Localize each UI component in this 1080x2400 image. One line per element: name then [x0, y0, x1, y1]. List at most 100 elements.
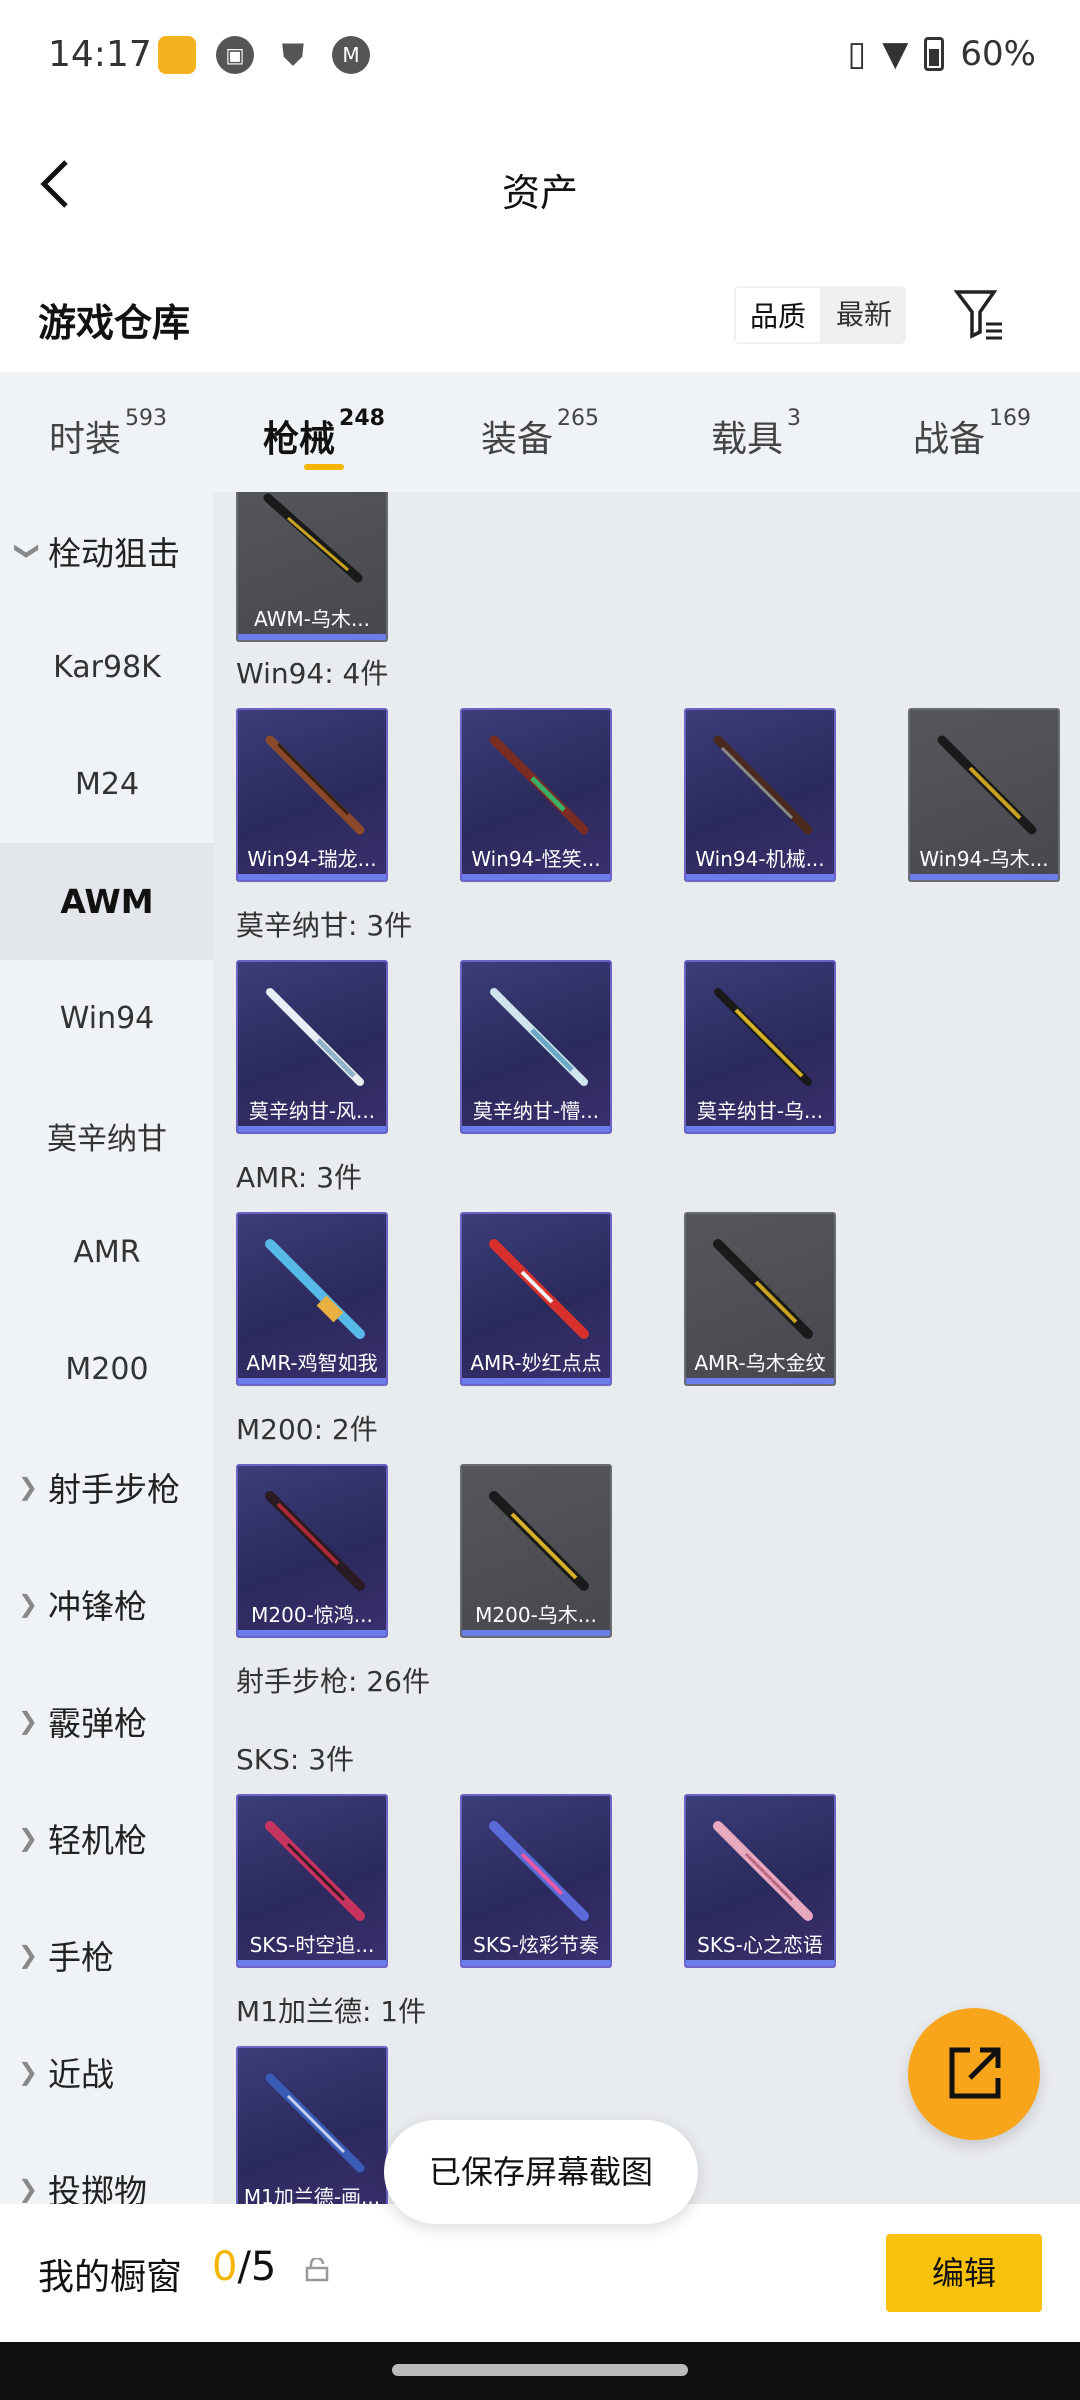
tab-vehicles[interactable]: 载具3: [648, 372, 864, 492]
tab-count: 265: [557, 406, 599, 431]
edit-button[interactable]: 编辑: [886, 2234, 1042, 2312]
sidebar-group-shotgun[interactable]: ❯ 霰弹枪: [0, 1662, 214, 1779]
motorola-icon: M: [332, 36, 370, 74]
tab-guns[interactable]: 枪械248: [216, 372, 432, 492]
sidebar-item-kar98k[interactable]: Kar98K: [0, 609, 214, 726]
weapon-card[interactable]: Win94-怪笑...: [460, 708, 612, 882]
weapon-card[interactable]: SKS-炫彩节奏: [460, 1794, 612, 1968]
weapon-card[interactable]: SKS-心之恋语: [684, 1794, 836, 1968]
filter-icon[interactable]: [954, 286, 1004, 342]
tab-label: 时装: [48, 419, 121, 460]
rarity-bar: [238, 1630, 386, 1636]
sidebar-group-lmg[interactable]: ❯ 轻机枪: [0, 1779, 214, 1896]
weapon-card[interactable]: M1加兰德-画...: [236, 2046, 388, 2204]
section-label: M200: 2件: [236, 1413, 378, 1446]
weapon-name: Win94-乌木...: [919, 847, 1049, 871]
weapon-name: AMR-鸡智如我: [246, 1351, 378, 1375]
rifle-icon: [263, 493, 363, 583]
sidebar-item-awm[interactable]: AWM: [0, 843, 214, 960]
sidebar-group-pistol[interactable]: ❯ 手枪: [0, 1896, 214, 2013]
share-button[interactable]: [908, 2008, 1040, 2140]
sort-toggle: 品质 最新: [734, 286, 907, 344]
tab-count: 248: [339, 406, 385, 431]
weapon-name: 莫辛纳甘-风...: [248, 1099, 376, 1123]
status-bar: 14:17 ▣ ⛊ M ▯ ▼ 60%: [0, 0, 1080, 112]
sidebar-item-m24[interactable]: M24: [0, 726, 214, 843]
weapon-card[interactable]: AMR-妙红点点: [460, 1212, 612, 1386]
weapon-card[interactable]: 莫辛纳甘-风...: [236, 960, 388, 1134]
weapon-name: Win94-怪笑...: [471, 847, 601, 871]
weapon-card[interactable]: 莫辛纳甘-乌...: [684, 960, 836, 1134]
chevron-right-icon: ❯: [18, 1472, 39, 1501]
rifle-icon: [489, 1821, 589, 1921]
weapon-card[interactable]: M200-惊鸿...: [236, 1464, 388, 1638]
rarity-bar: [462, 1126, 610, 1132]
weapon-card[interactable]: Win94-机械...: [684, 708, 836, 882]
chevron-right-icon: ❯: [18, 1589, 39, 1618]
rifle-icon: [713, 735, 813, 835]
sidebar-item-label: AWM: [60, 882, 154, 921]
sidebar-item-label: 栓动狙击: [48, 533, 180, 573]
tab-count: 3: [787, 406, 801, 431]
chevron-right-icon: ❯: [18, 2174, 39, 2203]
tab-label: 载具: [710, 419, 783, 460]
tab-fashion[interactable]: 时装593: [0, 372, 216, 492]
weapon-name: Win94-瑞龙...: [247, 847, 377, 871]
sidebar-item-label: 手枪: [48, 1937, 114, 1977]
showcase-count-current: 0: [212, 2244, 238, 2290]
sidebar-group-marksman[interactable]: ❯ 射手步枪: [0, 1428, 214, 1545]
sidebar-group-bolt-action[interactable]: ❯ 栓动狙击: [0, 492, 214, 609]
category-tabs: 时装593 枪械248 装备265 载具3 战备169: [0, 372, 1080, 492]
weapon-card[interactable]: AWM-乌木...: [236, 492, 388, 642]
chevron-right-icon: ❯: [18, 1823, 39, 1852]
sidebar-item-label: 射手步枪: [48, 1469, 180, 1509]
sidebar-item-label: Kar98K: [53, 650, 161, 685]
status-time: 14:17: [48, 34, 152, 75]
rifle-icon: [265, 1491, 365, 1591]
sidebar-group-smg[interactable]: ❯ 冲锋枪: [0, 1545, 214, 1662]
rarity-bar: [686, 874, 834, 880]
section-label: SKS: 3件: [236, 1743, 355, 1776]
tab-equipment[interactable]: 装备265: [432, 372, 648, 492]
home-gesture-handle[interactable]: [392, 2364, 688, 2376]
warehouse-row: 游戏仓库 品质 最新: [0, 262, 1080, 372]
sidebar-item-win94[interactable]: Win94: [0, 960, 214, 1077]
rifle-icon: [489, 735, 589, 835]
section-label: M1加兰德: 1件: [236, 1995, 427, 2028]
weapon-card[interactable]: AMR-乌木金纹: [684, 1212, 836, 1386]
weapon-card[interactable]: AMR-鸡智如我: [236, 1212, 388, 1386]
weapon-name: 莫辛纳甘-乌...: [696, 1099, 824, 1123]
sort-latest-button[interactable]: 最新: [822, 286, 906, 344]
weapon-name: M200-惊鸿...: [251, 1603, 373, 1627]
showcase-bar: 我的橱窗 0/5 编辑: [0, 2204, 1080, 2342]
rifle-icon: [265, 2073, 365, 2173]
rarity-bar: [238, 1126, 386, 1132]
rifle-icon: [490, 988, 588, 1086]
sidebar-item-label: 近战: [48, 2054, 114, 2094]
rifle-icon: [265, 1239, 365, 1339]
sidebar-group-melee[interactable]: ❯ 近战: [0, 2013, 214, 2130]
section-label: 莫辛纳甘: 3件: [236, 909, 413, 942]
tab-supplies[interactable]: 战备169: [864, 372, 1080, 492]
weapon-type-sidebar: ❯ 栓动狙击 Kar98K M24 AWM Win94 莫辛纳甘 AMR M200…: [0, 492, 214, 2204]
sidebar-item-m200[interactable]: M200: [0, 1311, 214, 1428]
weapon-card[interactable]: M200-乌木...: [460, 1464, 612, 1638]
section-label: Win94: 4件: [236, 657, 389, 690]
rifle-icon: [489, 1491, 589, 1591]
chevron-down-icon: ❯: [14, 540, 43, 561]
weapon-card[interactable]: SKS-时空追...: [236, 1794, 388, 1968]
weapon-card[interactable]: Win94-瑞龙...: [236, 708, 388, 882]
sort-quality-button[interactable]: 品质: [734, 286, 823, 344]
rarity-bar: [238, 1960, 386, 1966]
sidebar-item-label: 冲锋枪: [48, 1586, 147, 1626]
weapon-card[interactable]: 莫辛纳甘-懵...: [460, 960, 612, 1134]
rarity-bar: [238, 634, 386, 640]
sidebar-group-throwable[interactable]: ❯ 投掷物: [0, 2130, 214, 2205]
tab-count: 593: [125, 406, 167, 431]
sidebar-item-mosin[interactable]: 莫辛纳甘: [0, 1077, 214, 1194]
weapon-card[interactable]: Win94-乌木...: [908, 708, 1060, 882]
sidebar-item-label: Win94: [59, 1001, 155, 1036]
warehouse-title: 游戏仓库: [38, 301, 191, 345]
rifle-icon: [713, 1239, 813, 1339]
sidebar-item-amr[interactable]: AMR: [0, 1194, 214, 1311]
